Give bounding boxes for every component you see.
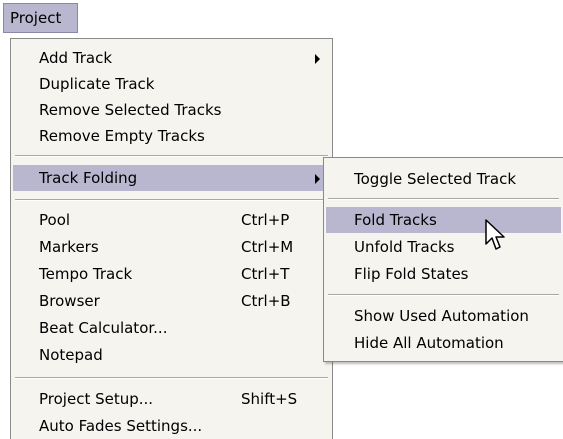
menu-item-beat-calculator[interactable]: Beat Calculator...	[13, 315, 330, 341]
menu-item-project-setup[interactable]: Project Setup... Shift+S	[13, 386, 330, 412]
menu-separator	[15, 377, 328, 379]
menu-item-remove-empty-tracks[interactable]: Remove Empty Tracks	[13, 123, 330, 149]
menu-item-show-used-automation[interactable]: Show Used Automation	[326, 303, 561, 329]
chevron-right-icon	[315, 54, 320, 64]
menu-item-tempo-track[interactable]: Tempo Track Ctrl+T	[13, 261, 330, 287]
menu-item-hide-all-automation[interactable]: Hide All Automation	[326, 330, 561, 356]
mouse-pointer-icon	[485, 219, 505, 250]
menu-item-track-folding[interactable]: Track Folding	[13, 165, 330, 191]
menu-item-add-track[interactable]: Add Track	[13, 45, 330, 71]
menu-project-label: Project	[10, 9, 62, 27]
menu-item-browser[interactable]: Browser Ctrl+B	[13, 288, 330, 314]
menu-item-toggle-selected-track[interactable]: Toggle Selected Track	[326, 166, 561, 192]
menu-item-pool[interactable]: Pool Ctrl+P	[13, 207, 330, 233]
menu-project[interactable]: Project	[3, 3, 78, 33]
menu-item-unfold-tracks[interactable]: Unfold Tracks	[326, 234, 561, 260]
menu-bar: Project	[0, 0, 563, 38]
menu-item-remove-selected-tracks[interactable]: Remove Selected Tracks	[13, 97, 330, 123]
menu-item-duplicate-track[interactable]: Duplicate Track	[13, 71, 330, 97]
menu-item-auto-fades-settings[interactable]: Auto Fades Settings...	[13, 413, 330, 439]
menu-separator	[15, 199, 328, 201]
menu-separator	[328, 294, 559, 296]
menu-item-fold-tracks[interactable]: Fold Tracks	[326, 207, 561, 233]
menu-item-notepad[interactable]: Notepad	[13, 342, 330, 368]
menu-separator	[15, 155, 328, 157]
menu-separator	[328, 198, 559, 200]
menu-item-markers[interactable]: Markers Ctrl+M	[13, 234, 330, 260]
menu-item-flip-fold-states[interactable]: Flip Fold States	[326, 261, 561, 287]
chevron-right-icon	[315, 174, 320, 184]
project-menu: Add Track Duplicate Track Remove Selecte…	[10, 38, 333, 439]
track-folding-submenu: Toggle Selected Track Fold Tracks Unfold…	[323, 157, 563, 362]
